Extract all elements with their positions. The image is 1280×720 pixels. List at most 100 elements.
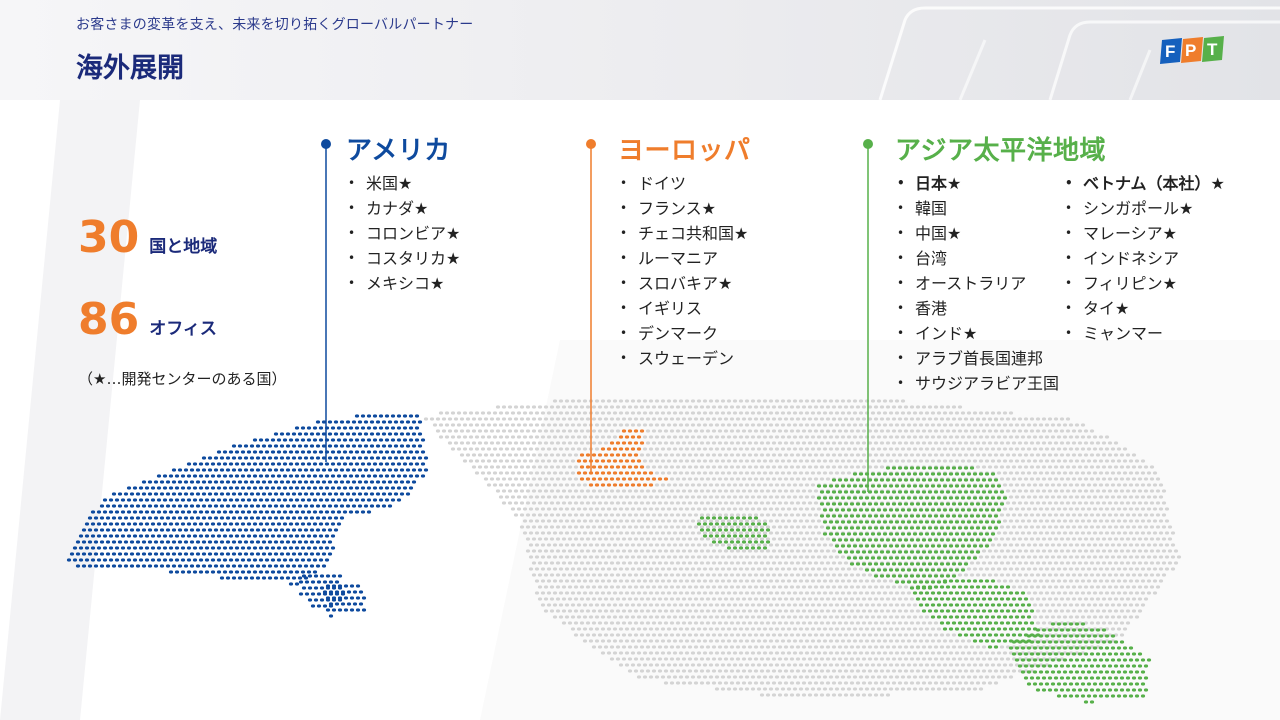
- map-dot: [498, 411, 504, 415]
- map-dot: [603, 597, 609, 601]
- map-dot: [969, 417, 975, 421]
- map-dot: [837, 453, 843, 457]
- map-dot: [714, 615, 720, 619]
- map-dot: [654, 675, 660, 679]
- map-dot: [714, 639, 720, 643]
- map-dot: [1065, 513, 1071, 517]
- map-dot: [735, 417, 741, 421]
- map-dot: [1161, 561, 1167, 565]
- map-dot: [618, 399, 624, 403]
- map-dot: [483, 453, 489, 457]
- map-dot: [783, 573, 789, 577]
- map-dot: [858, 627, 864, 631]
- map-dot: [609, 525, 615, 529]
- map-dot: [1077, 525, 1083, 529]
- map-dot: [720, 411, 726, 415]
- map-dot: [1038, 423, 1044, 427]
- map-dot: [699, 669, 705, 673]
- map-dot: [789, 693, 795, 697]
- map-dot: [660, 543, 666, 547]
- map-dot: [801, 573, 807, 577]
- map-dot: [570, 471, 576, 475]
- map-dot: [801, 621, 807, 625]
- map-dot: [651, 465, 657, 469]
- map-dot: [1026, 435, 1032, 439]
- map-dot: [765, 453, 771, 457]
- map-dot: [720, 471, 726, 475]
- map-dot: [615, 585, 621, 589]
- map-dot: [834, 399, 840, 403]
- map-dot: [993, 681, 999, 685]
- map-dot: [981, 417, 987, 421]
- map-dot: [552, 411, 558, 415]
- map-dot: [795, 405, 801, 409]
- map-dot: [687, 477, 693, 481]
- map-dot: [801, 489, 807, 493]
- map-dot: [759, 477, 765, 481]
- map-dot: [1050, 579, 1056, 583]
- map-dot: [717, 621, 723, 625]
- map-dot: [1035, 585, 1041, 589]
- map-dot: [813, 645, 819, 649]
- map-dot: [735, 609, 741, 613]
- map-dot: [780, 615, 786, 619]
- map-dot: [807, 573, 813, 577]
- map-dot: [375, 420, 381, 424]
- map-dot: [621, 513, 627, 517]
- map-dot: [981, 429, 987, 433]
- map-dot: [873, 693, 879, 697]
- map-dot: [990, 555, 996, 559]
- map-dot: [336, 426, 342, 430]
- map-dot: [696, 651, 702, 655]
- map-dot: [804, 603, 810, 607]
- map-dot: [690, 459, 696, 463]
- map-dot: [1047, 453, 1053, 457]
- map-dot: [849, 633, 855, 637]
- map-dot: [966, 567, 972, 571]
- map-dot: [828, 459, 834, 463]
- map-dot: [723, 561, 729, 565]
- map-dot: [1152, 567, 1158, 571]
- map-dot: [603, 405, 609, 409]
- map-dot: [1068, 567, 1074, 571]
- map-dot: [924, 663, 930, 667]
- map-dot: [486, 435, 492, 439]
- map-dot: [921, 669, 927, 673]
- map-dot: [642, 603, 648, 607]
- map-dot: [1152, 591, 1158, 595]
- map-dot: [591, 609, 597, 613]
- map-dot: [846, 687, 852, 691]
- map-dot: [723, 453, 729, 457]
- map-dot: [768, 687, 774, 691]
- map-dot: [993, 417, 999, 421]
- map-dot: [1089, 465, 1095, 469]
- map-dot: [1044, 531, 1050, 535]
- map-dot: [825, 429, 831, 433]
- map-dot: [753, 405, 759, 409]
- map-dot: [1158, 579, 1164, 583]
- map-dot: [840, 447, 846, 451]
- map-dot: [1095, 525, 1101, 529]
- map-dot: [678, 555, 684, 559]
- map-dot: [843, 441, 849, 445]
- map-dot: [969, 573, 975, 577]
- map-dot: [531, 525, 537, 529]
- map-dot: [720, 495, 726, 499]
- map-dot: [390, 426, 396, 430]
- map-dot: [933, 441, 939, 445]
- map-dot: [852, 423, 858, 427]
- map-dot: [291, 432, 297, 436]
- map-dot: [990, 411, 996, 415]
- map-dot: [714, 555, 720, 559]
- map-dot: [618, 567, 624, 571]
- map-dot: [858, 447, 864, 451]
- map-dot: [555, 597, 561, 601]
- map-dot: [585, 525, 591, 529]
- map-dot: [828, 627, 834, 631]
- map-dot: [930, 435, 936, 439]
- map-dot: [1017, 513, 1023, 517]
- map-dot: [615, 621, 621, 625]
- map-dot: [1050, 447, 1056, 451]
- map-dot: [603, 585, 609, 589]
- map-dot: [537, 561, 543, 565]
